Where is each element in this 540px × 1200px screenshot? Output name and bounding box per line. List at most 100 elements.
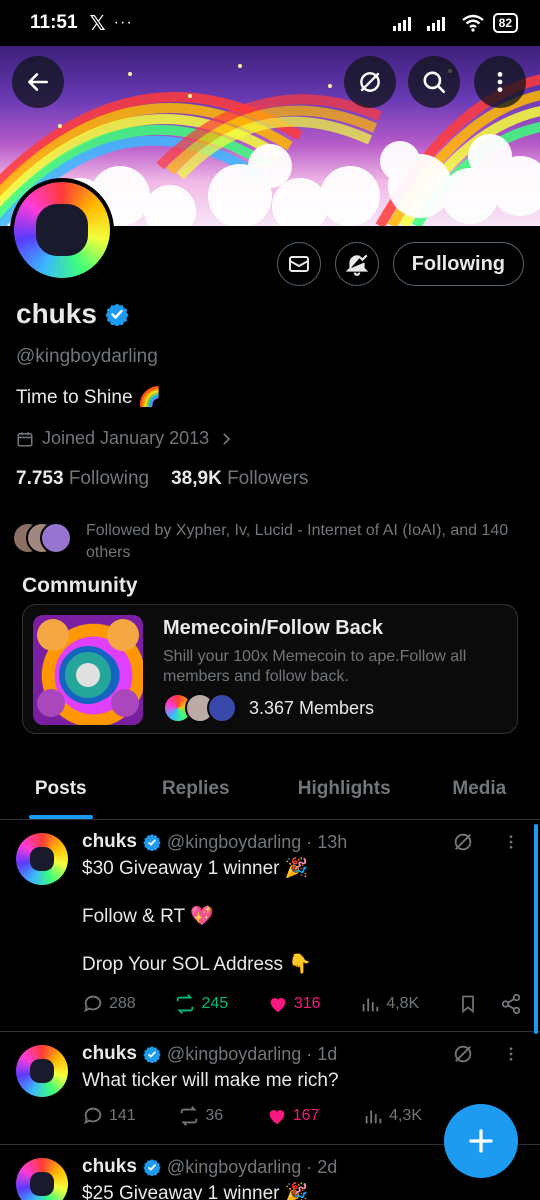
grok-icon: [360, 72, 380, 92]
search-icon: [423, 71, 446, 94]
community-art: [37, 619, 139, 717]
avatar[interactable]: [16, 1158, 68, 1200]
profile-actions: Following: [276, 242, 524, 286]
tab-posts[interactable]: Posts: [0, 766, 122, 819]
member-avatars: [163, 693, 239, 723]
notifications-button[interactable]: [334, 242, 379, 286]
scroll-indicator[interactable]: [534, 824, 538, 1034]
views-count: 4,3K: [389, 1107, 422, 1124]
following-count-link[interactable]: 7.753 Following: [16, 468, 149, 490]
views-chart-icon: [362, 998, 379, 1012]
post-header: chuks @kingboydarling · 13h: [82, 831, 347, 853]
x-logo-icon: 𝕏: [89, 12, 106, 35]
avatar-figure: [36, 204, 88, 256]
views-chart-icon: [365, 1110, 382, 1124]
verified-badge-icon[interactable]: [105, 302, 129, 326]
post-line: $30 Giveaway 1 winner 🎉: [82, 858, 309, 879]
post-item[interactable]: chuks @kingboydarling · 13h $30 Giveaway…: [0, 821, 540, 1032]
reply-icon: [84, 995, 102, 1013]
status-more: ···: [113, 14, 133, 31]
compose-post-button[interactable]: [444, 1104, 518, 1178]
post-meta: @kingboydarling · 1d: [166, 1043, 338, 1064]
followed-by-text: Followed by Xypher, Iv, Lucid - Internet…: [86, 522, 509, 561]
tab-replies[interactable]: Replies: [122, 766, 271, 819]
followed-by-row[interactable]: Followed by Xypher, Iv, Lucid - Internet…: [12, 520, 522, 564]
following-button[interactable]: Following: [392, 242, 524, 286]
plus-icon: [469, 1129, 493, 1153]
reply-button[interactable]: 288: [82, 993, 136, 1015]
profile-handle: @kingboydarling: [16, 346, 158, 367]
post-top-icons: [452, 1043, 520, 1065]
signal-icon: [392, 17, 411, 31]
followers-label: Followers: [227, 468, 309, 489]
community-description: Shill your 100x Memecoin to ape.Follow a…: [163, 648, 467, 685]
like-count: 167: [292, 1107, 320, 1124]
avatar[interactable]: [16, 833, 68, 885]
views-button[interactable]: 4,8K: [359, 993, 419, 1015]
reply-count: 141: [109, 1107, 136, 1124]
like-button[interactable]: 167: [266, 1105, 320, 1127]
followers-count: 38,9K: [171, 468, 222, 489]
post-author-name[interactable]: chuks: [82, 831, 137, 853]
following-count: 7.753: [16, 468, 64, 489]
heart-filled-icon: [269, 1110, 285, 1125]
back-button[interactable]: [12, 56, 64, 108]
tab-media[interactable]: Media: [419, 766, 540, 819]
wifi-icon: [461, 14, 484, 32]
post-actions: 141 36 167 4,3K: [82, 1105, 422, 1127]
more-vertical-icon: [497, 72, 503, 92]
community-card[interactable]: Memecoin/Follow Back Shill your 100x Mem…: [22, 604, 518, 734]
grok-icon[interactable]: [452, 831, 474, 853]
post-extra-actions: [458, 993, 522, 1015]
post-text: $25 Giveaway 1 winner 🎉: [82, 1182, 308, 1200]
repost-count: 245: [201, 995, 229, 1012]
members-count: 3.367 Members: [249, 697, 375, 718]
grok-icon[interactable]: [452, 1043, 474, 1065]
following-label: Following: [68, 468, 150, 489]
follow-counts: 7.753 Following 38,9K Followers: [16, 468, 308, 490]
post-author-name[interactable]: chuks: [82, 1043, 137, 1065]
joined-date-row[interactable]: Joined January 2013: [16, 428, 235, 449]
repost-button[interactable]: 245: [174, 993, 228, 1015]
grok-button[interactable]: [344, 56, 396, 108]
heart-filled-icon: [270, 998, 286, 1013]
community-members-row: 3.367 Members: [163, 693, 374, 723]
repost-icon: [181, 1106, 198, 1126]
signal-icon-2: [426, 17, 445, 31]
share-icon[interactable]: [500, 993, 522, 1015]
more-options-button[interactable]: [474, 56, 526, 108]
verified-badge-icon: [143, 1046, 161, 1063]
post-line-spacer: [82, 929, 312, 953]
search-button[interactable]: [408, 56, 460, 108]
post-actions: 288 245 316 4,8K: [82, 993, 522, 1015]
tab-highlights[interactable]: Highlights: [270, 766, 419, 819]
avatar[interactable]: [16, 1045, 68, 1097]
post-line: Drop Your SOL Address 👇: [82, 954, 312, 975]
post-text: What ticker will make me rich?: [82, 1069, 339, 1093]
like-count: 316: [293, 995, 321, 1012]
verified-badge-icon: [143, 1159, 161, 1176]
post-meta: @kingboydarling · 2d: [166, 1156, 338, 1177]
profile-bio: Time to Shine 🌈: [16, 387, 162, 408]
profile-name-row: chuks: [16, 298, 129, 330]
profile-avatar[interactable]: [10, 178, 114, 282]
views-button[interactable]: 4,3K: [362, 1105, 422, 1127]
verified-badge-icon: [143, 834, 161, 851]
followed-by-avatars: [12, 520, 76, 556]
message-button[interactable]: [276, 242, 321, 286]
more-vertical-icon[interactable]: [502, 831, 520, 853]
arrow-left-icon: [28, 73, 48, 91]
post-author-name[interactable]: chuks: [82, 1156, 137, 1178]
display-name: chuks: [16, 298, 97, 329]
followers-count-link[interactable]: 38,9K Followers: [171, 468, 308, 490]
post-line: $25 Giveaway 1 winner 🎉: [82, 1183, 309, 1200]
chevron-right-icon: [223, 432, 231, 445]
bookmark-icon[interactable]: [458, 993, 478, 1015]
repost-button[interactable]: 36: [178, 1105, 223, 1127]
more-vertical-icon[interactable]: [502, 1043, 520, 1065]
post-top-icons: [452, 831, 520, 853]
like-button[interactable]: 316: [267, 993, 321, 1015]
reply-button[interactable]: 141: [82, 1105, 136, 1127]
reply-count: 288: [109, 995, 136, 1012]
status-bar: 11:51 𝕏 ··· 82: [0, 0, 540, 46]
